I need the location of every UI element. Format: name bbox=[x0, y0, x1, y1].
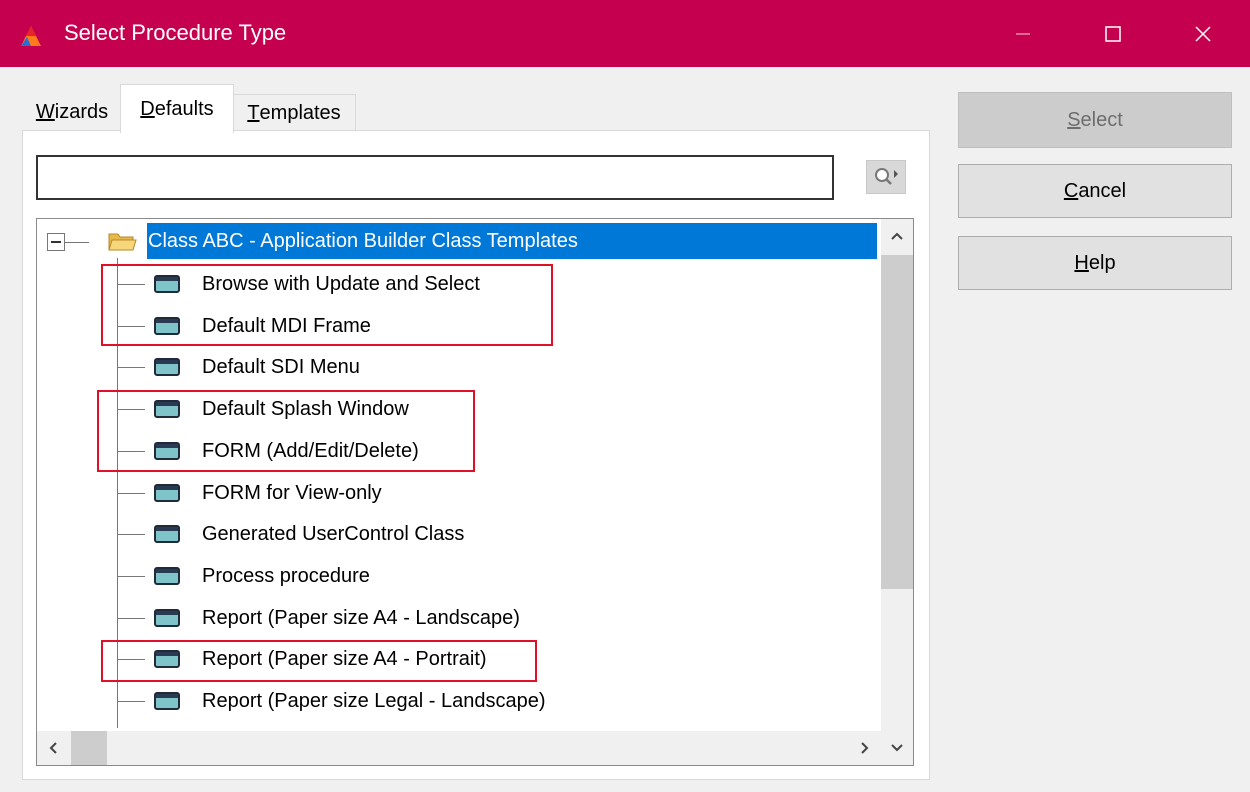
tab-wizards-label: izards bbox=[54, 100, 109, 123]
minimize-button[interactable] bbox=[988, 0, 1058, 67]
tree-item[interactable]: Default Splash Window bbox=[37, 389, 877, 430]
close-button[interactable] bbox=[1168, 0, 1238, 67]
tree-item-label: Browse with Update and Select bbox=[202, 273, 480, 295]
procedure-icon bbox=[154, 566, 180, 585]
window-title: Select Procedure Type bbox=[64, 20, 287, 45]
horizontal-scroll-thumb[interactable] bbox=[71, 731, 107, 765]
chevron-down-icon bbox=[891, 744, 903, 752]
tree-connector bbox=[65, 242, 89, 243]
search-input[interactable] bbox=[36, 155, 834, 200]
tab-defaults-access-key: D bbox=[140, 97, 155, 120]
tree-connector bbox=[117, 367, 145, 369]
scroll-down-arrow[interactable] bbox=[881, 731, 913, 765]
tree-item-label: Process procedure bbox=[202, 564, 370, 587]
tree-item-label: FORM (Add/Edit/Delete) bbox=[202, 439, 419, 462]
tab-templates[interactable]: Templates bbox=[232, 94, 356, 131]
procedure-icon bbox=[154, 441, 180, 460]
procedure-icon bbox=[154, 608, 180, 627]
tree-connector bbox=[117, 659, 145, 661]
tree-connector bbox=[117, 325, 145, 327]
chevron-right-icon bbox=[861, 742, 869, 754]
procedure-icon bbox=[154, 650, 180, 669]
tree-item[interactable]: Report (Paper size A4 - Portrait) bbox=[37, 639, 877, 680]
procedure-icon bbox=[154, 483, 180, 502]
tree-item[interactable]: Report (Paper size Legal - Landscape) bbox=[37, 681, 877, 722]
tree-item[interactable]: Report (Paper size A4 - Landscape) bbox=[37, 598, 877, 639]
title-bar: Select Procedure Type bbox=[0, 0, 1250, 67]
tab-defaults-label: efaults bbox=[154, 97, 214, 120]
tab-defaults[interactable]: Defaults bbox=[120, 84, 234, 133]
tab-wizards[interactable]: Wizards bbox=[24, 94, 120, 130]
tree-item[interactable]: FORM for View-only bbox=[37, 473, 877, 514]
tree-item[interactable]: Default MDI Frame bbox=[37, 306, 877, 347]
tree-item-label: Report (Paper size A4 - Landscape) bbox=[202, 606, 520, 629]
procedure-icon bbox=[154, 358, 180, 377]
scroll-left-arrow[interactable] bbox=[37, 731, 69, 765]
locate-icon bbox=[875, 168, 898, 185]
app-icon bbox=[21, 26, 41, 46]
procedure-icon bbox=[154, 692, 180, 710]
maximize-icon bbox=[1105, 25, 1121, 42]
vertical-scrollbar[interactable] bbox=[881, 219, 913, 765]
close-icon bbox=[1195, 25, 1211, 42]
minimize-icon bbox=[1016, 32, 1030, 35]
tree-connector bbox=[117, 534, 145, 536]
help-label: elp bbox=[1088, 251, 1116, 274]
cancel-access-key: C bbox=[1063, 179, 1079, 202]
chevron-left-icon bbox=[49, 742, 57, 754]
procedure-tree[interactable]: Class ABC - Application Builder Class Te… bbox=[36, 218, 914, 766]
tree-connector bbox=[117, 409, 145, 411]
tree-connector bbox=[117, 701, 145, 702]
procedure-icon bbox=[154, 316, 180, 335]
procedure-icon bbox=[154, 275, 180, 293]
select-button[interactable]: Select bbox=[958, 92, 1232, 148]
folder-open-icon bbox=[108, 233, 137, 251]
tree-connector bbox=[117, 575, 145, 577]
tree-item[interactable]: FORM (Add/Edit/Delete) bbox=[37, 431, 877, 472]
select-access-key: S bbox=[1067, 108, 1081, 131]
horizontal-scrollbar[interactable] bbox=[37, 731, 881, 765]
tree-item-label: Default Splash Window bbox=[202, 398, 409, 421]
tree-item[interactable]: Browse with Update and Select bbox=[37, 264, 877, 305]
help-access-key: H bbox=[1074, 251, 1089, 274]
tree-connector bbox=[117, 617, 145, 619]
tab-templates-access-key: T bbox=[247, 101, 260, 124]
tab-templates-label: emplates bbox=[259, 101, 341, 124]
cancel-button[interactable]: Cancel bbox=[958, 164, 1232, 218]
tree-item[interactable]: Default SDI Menu bbox=[37, 347, 877, 388]
tree-item-label: Default MDI Frame bbox=[202, 314, 371, 337]
scroll-up-arrow[interactable] bbox=[881, 219, 913, 253]
procedure-icon bbox=[154, 525, 180, 544]
scroll-right-arrow[interactable] bbox=[849, 731, 881, 765]
vertical-scroll-thumb[interactable] bbox=[881, 255, 913, 589]
tree-root-label: Class ABC - Application Builder Class Te… bbox=[148, 230, 578, 252]
tree-item-label: FORM for View-only bbox=[202, 481, 382, 504]
chevron-up-icon bbox=[891, 232, 903, 240]
tree-connector bbox=[117, 492, 145, 494]
tree-item[interactable]: Process procedure bbox=[37, 556, 877, 597]
tree-connector bbox=[117, 450, 145, 452]
locate-button[interactable] bbox=[866, 160, 906, 194]
help-button[interactable]: Help bbox=[958, 236, 1232, 290]
cancel-label: ancel bbox=[1078, 179, 1127, 202]
tab-wizards-access-key: W bbox=[35, 100, 55, 123]
procedure-icon bbox=[154, 400, 180, 419]
tree-connector bbox=[117, 284, 145, 285]
tree-item-label: Generated UserControl Class bbox=[202, 523, 465, 546]
tree-item-label: Report (Paper size Legal - Landscape) bbox=[202, 690, 546, 712]
tree-item[interactable]: Generated UserControl Class bbox=[37, 514, 877, 555]
tree-item-label: Default SDI Menu bbox=[202, 356, 360, 379]
tree-item-label: Report (Paper size A4 - Portrait) bbox=[202, 648, 487, 671]
maximize-button[interactable] bbox=[1078, 0, 1148, 67]
select-label: elect bbox=[1080, 108, 1123, 131]
collapse-toggle[interactable] bbox=[47, 233, 65, 251]
